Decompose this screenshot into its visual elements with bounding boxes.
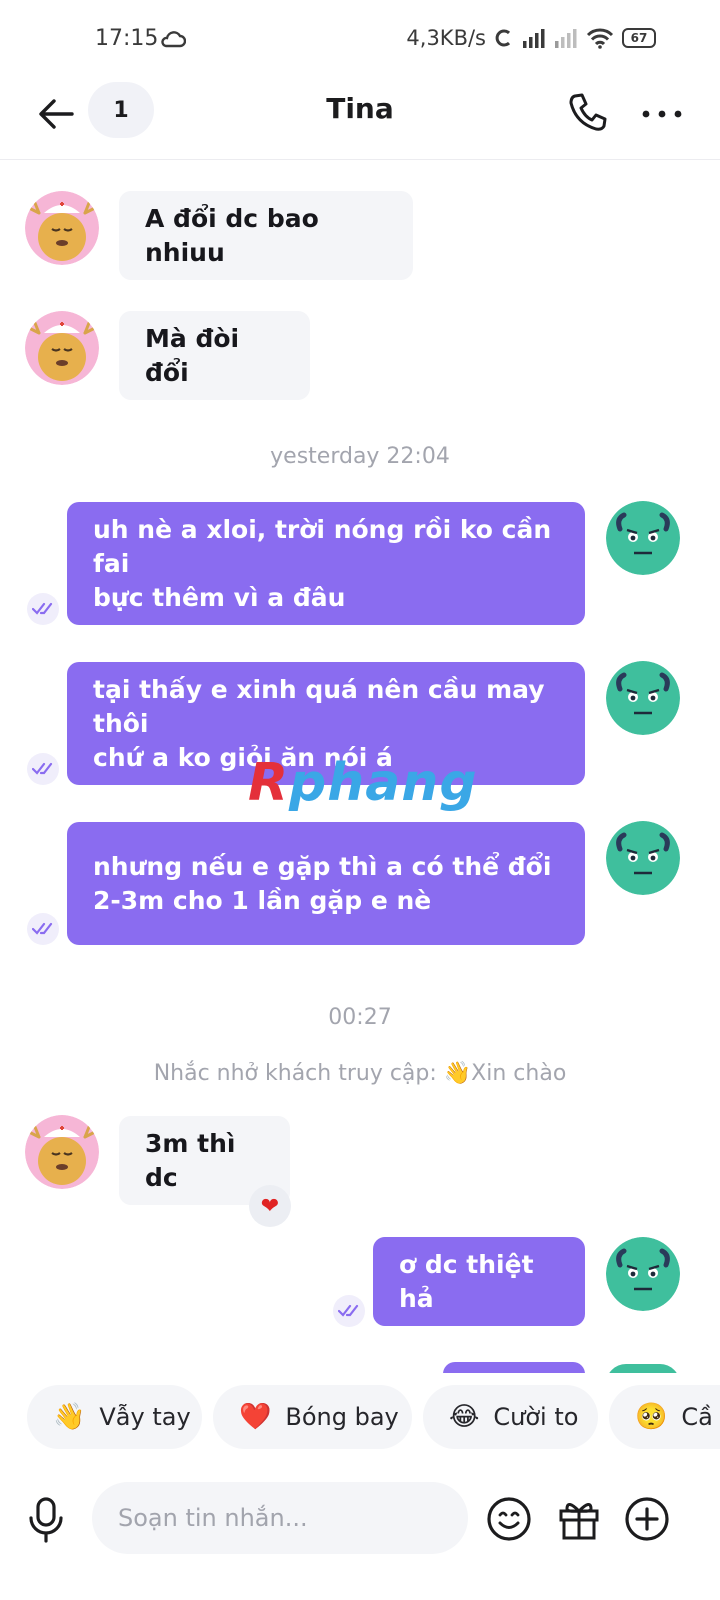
microphone-icon[interactable] xyxy=(24,1496,68,1544)
signal-icon xyxy=(523,29,545,48)
my-avatar[interactable] xyxy=(606,661,680,735)
chat-title[interactable]: Tina xyxy=(0,92,720,125)
wifi-icon xyxy=(586,28,614,49)
double-check-icon xyxy=(333,1295,365,1327)
suggestion-chip[interactable]: 👋 Vẫy tay xyxy=(27,1385,202,1449)
message-composer xyxy=(0,1480,720,1560)
message-text: ơ dc thiệt hả xyxy=(399,1249,534,1313)
system-reminder: Nhắc nhở khách truy cập: 👋Xin chào xyxy=(153,1061,567,1086)
message-line: 2-3m cho 1 lần gặp e nè xyxy=(93,885,432,915)
my-avatar[interactable] xyxy=(606,501,680,575)
message-list[interactable]: A đổi dc bao nhiuu Mà đòi đổi yesterday … xyxy=(0,161,720,1373)
message-line: bực thêm vì a đâu xyxy=(93,582,346,612)
timestamp: 00:27 xyxy=(328,1005,392,1030)
message-line: tại thấy e xinh quá nên cầu may thôi xyxy=(93,674,545,738)
outgoing-message[interactable]: uh nè a xloi, trời nóng rồi ko cần fai b… xyxy=(67,502,585,625)
contact-avatar[interactable] xyxy=(25,191,99,265)
my-avatar[interactable] xyxy=(606,1364,680,1373)
contact-avatar[interactable] xyxy=(25,1115,99,1189)
message-text: 3m thì dc xyxy=(145,1128,236,1192)
incoming-message[interactable]: Mà đòi đổi xyxy=(119,311,310,400)
heart-reaction[interactable]: ❤ xyxy=(249,1185,291,1227)
status-bar: 17:15 4,3KB/s 67 xyxy=(0,0,720,80)
status-indicators: 4,3KB/s 67 xyxy=(406,26,656,50)
message-text: Mà đòi đổi xyxy=(145,323,240,387)
chat-header: 1 Tina xyxy=(0,80,720,160)
suggestion-chip[interactable]: 😂 Cười to xyxy=(423,1385,598,1449)
sync-icon xyxy=(495,29,511,47)
plus-circle-icon[interactable] xyxy=(624,1496,670,1542)
message-line: nhưng nếu e gặp thì a có thể đổi xyxy=(93,851,552,881)
status-time: 17:15 xyxy=(95,26,159,51)
suggestion-label: Cầ xyxy=(681,1403,713,1431)
contact-avatar[interactable] xyxy=(25,311,99,385)
wave-icon: 👋 xyxy=(53,1402,86,1432)
smiley-icon[interactable] xyxy=(486,1496,532,1542)
double-check-icon xyxy=(27,593,59,625)
suggestion-chip[interactable]: 🥺 Cầ xyxy=(609,1385,720,1449)
my-avatar[interactable] xyxy=(606,821,680,895)
battery-icon: 67 xyxy=(622,28,656,48)
laughing-icon: 😂 xyxy=(449,1402,480,1432)
pleading-face-icon: 🥺 xyxy=(635,1402,668,1432)
double-check-icon xyxy=(27,753,59,785)
message-input[interactable] xyxy=(92,1482,468,1554)
more-dots-icon[interactable] xyxy=(640,92,684,136)
message-text: A đổi dc bao nhiuu xyxy=(145,203,319,267)
timestamp: yesterday 22:04 xyxy=(270,444,450,469)
watermark-logo: Rphang xyxy=(248,753,478,813)
message-line: uh nè a xloi, trời nóng rồi ko cần fai xyxy=(93,514,552,578)
outgoing-message[interactable]: nhưng nếu e gặp thì a có thể đổi 2-3m ch… xyxy=(67,822,585,945)
cloud-icon xyxy=(161,31,186,48)
signal-weak-icon xyxy=(555,29,577,48)
suggestion-label: Bóng bay xyxy=(285,1403,399,1431)
network-speed: 4,3KB/s xyxy=(406,26,486,50)
suggestion-label: Vẫy tay xyxy=(99,1403,191,1431)
phone-icon[interactable] xyxy=(566,90,610,134)
gift-icon[interactable] xyxy=(556,1496,602,1542)
quick-reaction-bar[interactable]: 👋 Vẫy tay ❤️ Bóng bay 😂 Cười to 🥺 Cầ xyxy=(0,1385,720,1453)
incoming-message[interactable]: A đổi dc bao nhiuu xyxy=(119,191,413,280)
my-avatar[interactable] xyxy=(606,1237,680,1311)
outgoing-message-partial[interactable] xyxy=(443,1362,585,1373)
double-check-icon xyxy=(27,913,59,945)
heart-icon: ❤️ xyxy=(239,1402,272,1432)
suggestion-chip[interactable]: ❤️ Bóng bay xyxy=(213,1385,412,1449)
outgoing-message[interactable]: ơ dc thiệt hả xyxy=(373,1237,585,1326)
suggestion-label: Cười to xyxy=(493,1403,579,1431)
